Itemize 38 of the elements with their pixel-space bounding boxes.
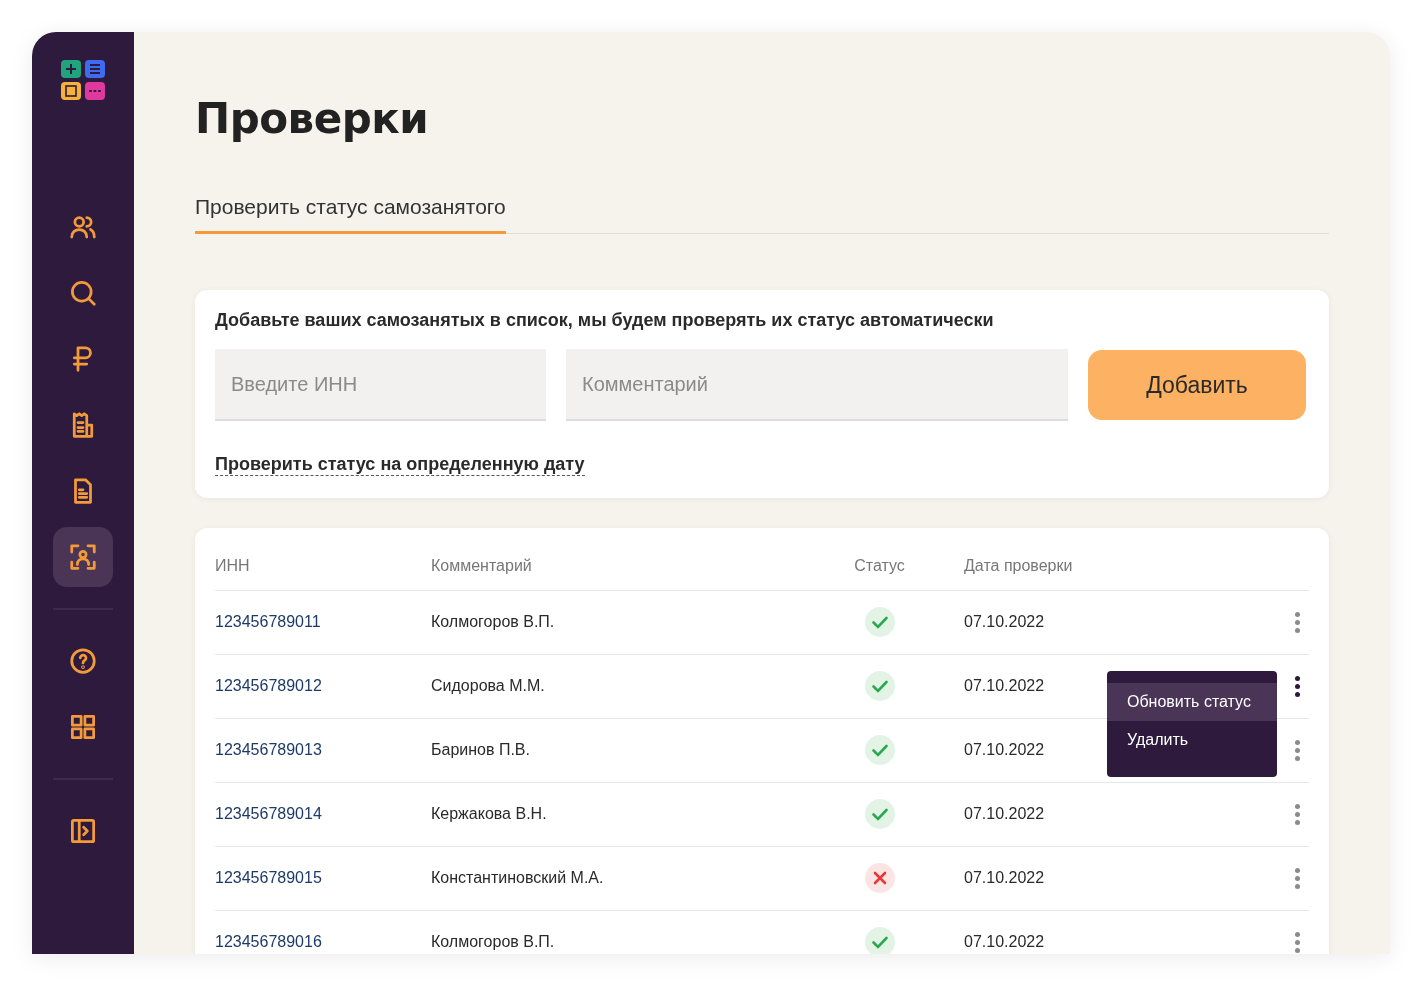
- search-icon: [68, 278, 98, 308]
- column-header: Дата проверки: [964, 556, 1073, 575]
- table-cell-text: 123456789015: [215, 869, 323, 888]
- table-cell-text: Колмогоров В.П.: [431, 933, 556, 952]
- table-cell-text: 07.10.2022: [964, 933, 1046, 952]
- card-heading: Добавьте ваших самозанятых в список, мы будем проверять их статус автоматически: [215, 310, 995, 331]
- logo-icon: [59, 58, 107, 102]
- scan-user-icon: [68, 542, 98, 572]
- table-cell-text: 07.10.2022: [964, 741, 1046, 760]
- menu-item[interactable]: Удалить: [1107, 720, 1277, 759]
- help-icon: [68, 646, 98, 676]
- table-cell-text: Баринов П.В.: [431, 741, 531, 760]
- grid-icon: [68, 712, 98, 742]
- date-check-link[interactable]: Проверить статус на определенную дату: [215, 455, 585, 476]
- table-cell-text: 07.10.2022: [964, 613, 1046, 632]
- table-cell-text: 123456789016: [215, 933, 323, 952]
- column-header: Статус: [854, 556, 905, 575]
- comment-field[interactable]: Комментарий: [566, 349, 1068, 421]
- column-header: Комментарий: [431, 556, 532, 575]
- table-cell-text: 07.10.2022: [964, 805, 1046, 824]
- table-cell-text: 07.10.2022: [964, 677, 1046, 696]
- tab[interactable]: Проверить статус самозанятого: [195, 195, 506, 234]
- table-cell-text: 123456789013: [215, 741, 323, 760]
- table-cell-text: Сидорова М.М.: [431, 677, 546, 696]
- table-cell-text: 123456789014: [215, 805, 323, 824]
- column-header: ИНН: [215, 556, 250, 575]
- menu-item[interactable]: Обновить статус: [1107, 682, 1277, 721]
- table-cell-text: 07.10.2022: [964, 869, 1046, 888]
- table-cell-text: 123456789011: [215, 613, 322, 632]
- sidebar-item[interactable]: [53, 527, 113, 587]
- table-cell-text: 123456789012: [215, 677, 323, 696]
- sidebar-toggle-icon: [68, 816, 98, 846]
- page-title: Проверки: [195, 94, 430, 143]
- table-cell-text: Колмогоров В.П.: [431, 613, 556, 632]
- inn-field[interactable]: Введите ИНН: [215, 349, 546, 421]
- table-cell-text: Кержакова В.Н.: [431, 805, 548, 824]
- add-button[interactable]: Добавить: [1088, 350, 1306, 420]
- table-cell-text: Константиновский М.А.: [431, 869, 605, 888]
